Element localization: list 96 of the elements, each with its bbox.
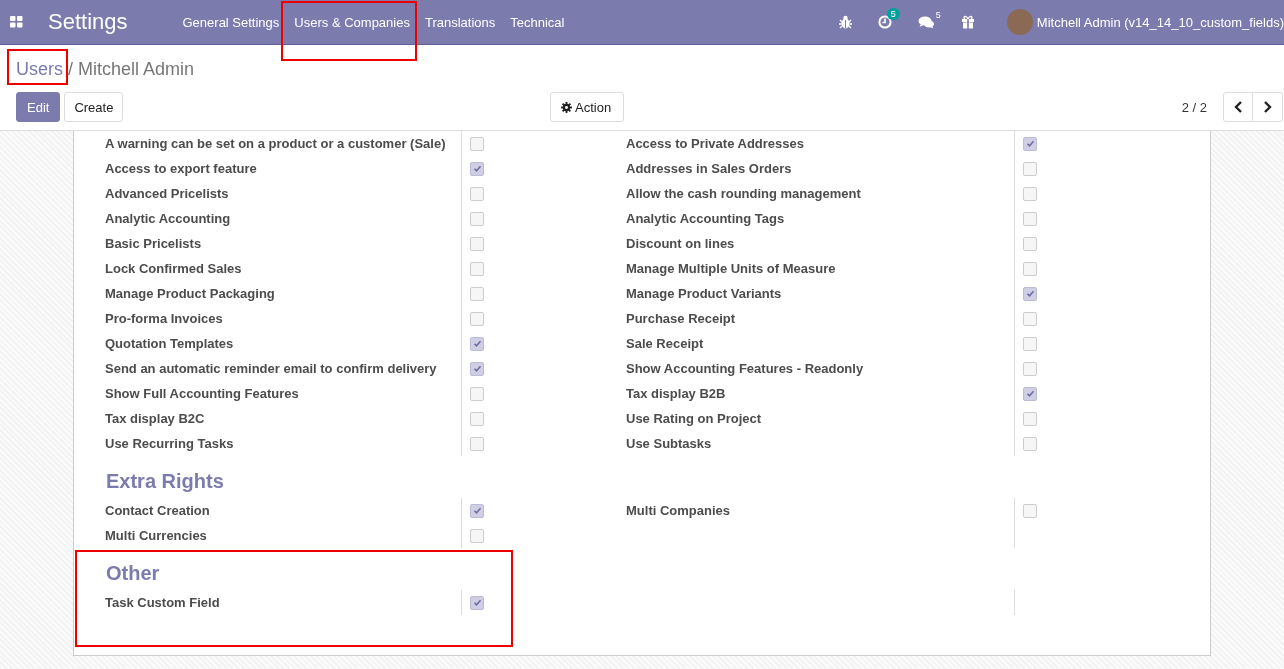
checkbox[interactable]: [1023, 361, 1037, 376]
field-label: A warning can be set on a product or a customer (Sale): [105, 135, 447, 153]
section-heading: Extra Rights: [105, 469, 225, 494]
checkbox[interactable]: [470, 595, 484, 610]
checkbox[interactable]: [1023, 336, 1037, 351]
checkmark-icon: [472, 164, 482, 173]
app-title: Settings: [48, 9, 128, 35]
checkbox[interactable]: [470, 261, 484, 276]
checkmark-icon: [1025, 289, 1035, 298]
field-label: Analytic Accounting: [105, 210, 232, 228]
field-label: Use Rating on Project: [626, 410, 763, 428]
checkmark-icon: [472, 364, 482, 373]
gift-icon[interactable]: [960, 15, 975, 29]
checkmark-icon: [1025, 139, 1035, 148]
field-label: Tax display B2B: [626, 385, 727, 403]
field-label: Manage Multiple Units of Measure: [626, 260, 837, 278]
field-label: Advanced Pricelists: [105, 185, 230, 203]
apps-menu-icon[interactable]: [10, 16, 23, 28]
bug-icon[interactable]: [838, 15, 852, 29]
field-label: Send an automatic reminder email to confirm delivery: [105, 360, 438, 378]
next-button[interactable]: [1253, 92, 1283, 122]
field-label: Lock Confirmed Sales: [105, 260, 243, 278]
checkbox[interactable]: [1023, 386, 1037, 401]
checkbox[interactable]: [470, 528, 484, 543]
checkmark-icon: [1025, 389, 1035, 398]
field-label: Analytic Accounting Tags: [626, 210, 786, 228]
checkbox[interactable]: [1023, 236, 1037, 251]
checkmark-icon: [472, 506, 482, 515]
checkbox[interactable]: [470, 503, 484, 518]
checkbox[interactable]: [1023, 161, 1037, 176]
checkbox[interactable]: [1023, 186, 1037, 201]
field-label: Access to Private Addresses: [626, 135, 805, 153]
field-label: Access to export feature: [105, 160, 258, 178]
checkbox[interactable]: [1023, 211, 1037, 226]
chat-bubbles-icon[interactable]: [917, 15, 935, 29]
field-label: Purchase Receipt: [626, 310, 737, 328]
field-label: Use Recurring Tasks: [105, 435, 235, 453]
checkbox[interactable]: [470, 186, 484, 201]
field-label: Manage Product Packaging: [105, 285, 276, 303]
checkbox[interactable]: [1023, 503, 1037, 518]
menu-item[interactable]: Translations: [417, 14, 503, 30]
checkbox[interactable]: [470, 361, 484, 376]
checkbox[interactable]: [470, 411, 484, 426]
checkbox[interactable]: [1023, 261, 1037, 276]
field-label: Multi Companies: [626, 502, 731, 520]
field-label: Task Custom Field: [105, 594, 221, 612]
section-heading: Other: [105, 561, 161, 586]
field-label: Quotation Templates: [105, 335, 235, 353]
user-name[interactable]: Mitchell Admin (v14_14_10_custom_fields): [1036, 14, 1284, 30]
field-label: Manage Product Variants: [626, 285, 783, 303]
checkbox[interactable]: [470, 436, 484, 451]
breadcrumb-current: Mitchell Admin: [78, 59, 195, 80]
activity-count-badge: 5: [886, 8, 900, 20]
field-label: Show Accounting Features - Readonly: [626, 360, 865, 378]
field-label: Multi Currencies: [105, 527, 208, 545]
menu-item[interactable]: General Settings: [175, 14, 287, 30]
checkbox[interactable]: [470, 161, 484, 176]
pager-value: 2 / 2: [1181, 99, 1207, 115]
checkbox[interactable]: [470, 136, 484, 151]
checkbox[interactable]: [1023, 411, 1037, 426]
clock-icon[interactable]: [877, 15, 892, 29]
breadcrumb-separator: /: [68, 59, 74, 80]
field-label: Allow the cash rounding management: [626, 185, 862, 203]
field-label: Basic Pricelists: [105, 235, 203, 253]
edit-button[interactable]: Edit: [16, 92, 61, 122]
checkmark-icon: [472, 339, 482, 348]
field-label: Show Full Accounting Features: [105, 385, 300, 403]
checkbox[interactable]: [470, 236, 484, 251]
chevron-right-icon: [1263, 101, 1272, 113]
field-label: Addresses in Sales Orders: [626, 160, 793, 178]
field-label: Use Subtasks: [626, 435, 713, 453]
gear-icon: [561, 101, 572, 113]
checkmark-icon: [472, 598, 482, 607]
checkbox[interactable]: [470, 386, 484, 401]
menu-item[interactable]: Users & Companies: [287, 14, 417, 30]
menu-item[interactable]: Technical: [503, 14, 572, 30]
message-count: 5: [935, 10, 941, 20]
field-label: Tax display B2C: [105, 410, 206, 428]
checkbox[interactable]: [470, 286, 484, 301]
action-button[interactable]: Action: [550, 92, 625, 122]
checkbox[interactable]: [1023, 436, 1037, 451]
checkbox[interactable]: [470, 311, 484, 326]
create-button[interactable]: Create: [64, 92, 124, 122]
previous-button[interactable]: [1223, 92, 1253, 122]
field-label: Discount on lines: [626, 235, 736, 253]
chevron-left-icon: [1233, 101, 1243, 113]
checkbox[interactable]: [1023, 286, 1037, 301]
checkbox[interactable]: [470, 336, 484, 351]
user-avatar[interactable]: [1006, 9, 1033, 35]
field-label: Pro-forma Invoices: [105, 310, 224, 328]
checkbox[interactable]: [1023, 311, 1037, 326]
field-label: Sale Receipt: [626, 335, 705, 353]
checkbox[interactable]: [1023, 136, 1037, 151]
breadcrumb-link[interactable]: Users: [16, 59, 63, 80]
field-label: Contact Creation: [105, 502, 211, 520]
checkbox[interactable]: [470, 211, 484, 226]
